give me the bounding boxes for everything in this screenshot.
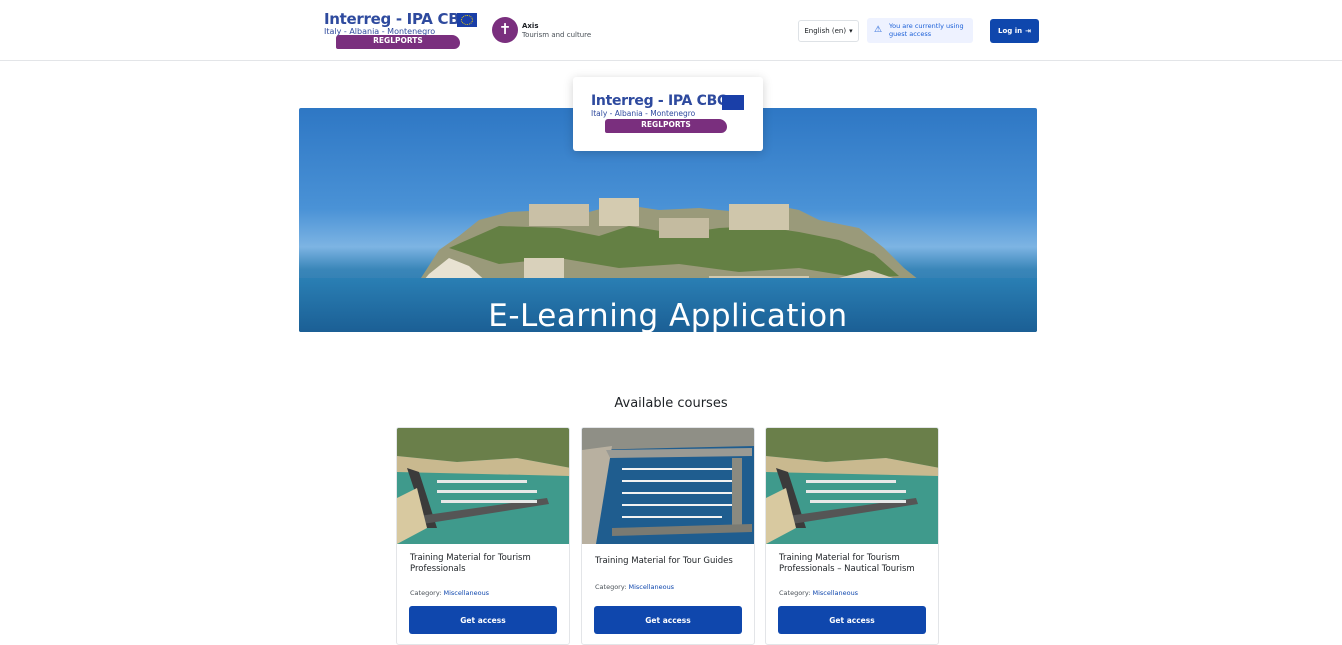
course-image[interactable] xyxy=(397,428,569,544)
site-tagline: Tourism and culture xyxy=(522,31,592,39)
logo-project-banner: REGLPORTS xyxy=(336,35,460,49)
get-access-button[interactable]: Get access xyxy=(778,606,926,634)
hero-title: E-Learning Application xyxy=(488,298,848,332)
category-label: Category: xyxy=(410,589,442,597)
get-access-button[interactable]: Get access xyxy=(409,606,557,634)
get-access-button[interactable]: Get access xyxy=(594,606,742,634)
hero-logo-subtitle: Italy - Albania - Montenegro xyxy=(591,109,696,118)
login-button[interactable]: Log in ⇥ xyxy=(990,19,1039,43)
language-selected: English (en) xyxy=(804,27,847,35)
course-card: Training Material for Tourism Profession… xyxy=(765,427,939,645)
course-title[interactable]: Training Material for Tourism Profession… xyxy=(410,553,560,575)
logo-title: Interreg - IPA CBC xyxy=(324,10,471,28)
course-title[interactable]: Training Material for Tour Guides xyxy=(595,556,745,567)
hero-logo-project-label: REGLPORTS xyxy=(641,120,691,129)
category-label: Category: xyxy=(595,583,627,591)
category-label: Category: xyxy=(779,589,811,597)
logo-project-label: REGLPORTS xyxy=(373,36,423,45)
course-card: Training Material for Tour Guides Catego… xyxy=(581,427,755,645)
interreg-logo[interactable]: Interreg - IPA CBC Italy - Albania - Mon… xyxy=(322,10,482,50)
course-image[interactable] xyxy=(766,428,938,544)
course-category: Category: Miscellaneous xyxy=(779,589,858,597)
hero-logo-project-banner: REGLPORTS xyxy=(605,119,727,133)
chevron-down-icon: ▾ xyxy=(849,27,853,35)
eu-flag-icon xyxy=(722,95,744,110)
harbor-aerial-image xyxy=(582,428,754,544)
axis-logo-icon[interactable]: ✝ xyxy=(492,17,518,43)
category-link[interactable]: Miscellaneous xyxy=(813,589,859,597)
course-category: Category: Miscellaneous xyxy=(410,589,489,597)
login-label: Log in xyxy=(998,27,1023,35)
marina-aerial-image xyxy=(766,428,938,544)
course-image[interactable] xyxy=(582,428,754,544)
course-card: Training Material for Tourism Profession… xyxy=(396,427,570,645)
courses-heading: Available courses xyxy=(614,396,728,411)
eu-flag-icon xyxy=(457,13,477,27)
category-link[interactable]: Miscellaneous xyxy=(444,589,490,597)
category-link[interactable]: Miscellaneous xyxy=(629,583,675,591)
course-category: Category: Miscellaneous xyxy=(595,583,674,591)
course-title[interactable]: Training Material for Tourism Profession… xyxy=(779,553,929,575)
marina-aerial-image xyxy=(397,428,569,544)
guest-access-text: You are currently using guest access xyxy=(889,22,964,38)
language-selector[interactable]: English (en) ▾ xyxy=(798,20,859,42)
hero-logo-title: Interreg - IPA CBC xyxy=(591,93,727,109)
hero-logo-card: Interreg - IPA CBC Italy - Albania - Mon… xyxy=(573,77,763,151)
login-icon: ⇥ xyxy=(1025,27,1031,35)
site-name[interactable]: Axis xyxy=(522,22,539,30)
site-header: Interreg - IPA CBC Italy - Albania - Mon… xyxy=(0,0,1342,61)
warning-icon: ⚠ xyxy=(874,25,883,35)
guest-access-notice: ⚠ You are currently using guest access xyxy=(867,18,973,43)
